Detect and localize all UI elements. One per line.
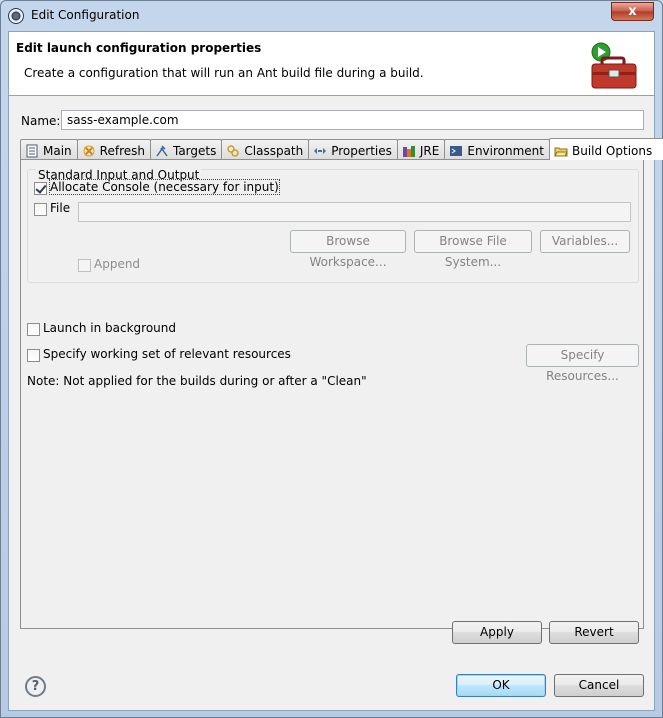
browse-workspace-button[interactable]: Browse Workspace...	[290, 230, 406, 269]
jre-icon	[402, 146, 415, 157]
tab-properties[interactable]: Properties	[308, 139, 398, 160]
refresh-icon	[83, 145, 95, 157]
file-label[interactable]: File	[50, 201, 70, 215]
browse-file-system-button[interactable]: Browse File System...	[414, 230, 532, 269]
specify-resources-button[interactable]: Specify Resources...	[526, 344, 639, 383]
tab-label: Main	[43, 144, 72, 158]
header-banner: Edit launch configuration properties Cre…	[9, 32, 654, 96]
tab-label: JRE	[419, 144, 440, 158]
working-set-label[interactable]: Specify working set of relevant resource…	[43, 347, 291, 361]
apply-button[interactable]: Apply	[452, 621, 542, 644]
file-path-input[interactable]	[78, 202, 631, 222]
ok-button[interactable]: OK	[456, 674, 546, 697]
clean-note: Note: Not applied for the builds during …	[27, 374, 367, 388]
allocate-console-checkbox[interactable]	[34, 182, 47, 195]
eclipse-app-icon	[8, 8, 24, 24]
properties-icon	[314, 148, 327, 154]
classpath-icon	[227, 145, 240, 157]
targets-icon	[156, 145, 168, 157]
tab-jre[interactable]: JRE	[396, 139, 446, 160]
tab-targets[interactable]: Targets	[149, 139, 223, 160]
cancel-button[interactable]: Cancel	[554, 674, 644, 697]
tab-label: Classpath	[244, 144, 304, 158]
close-button[interactable]: x	[611, 2, 654, 21]
variables-button[interactable]: Variables...	[540, 230, 630, 253]
build-options-panel: Standard Input and Output Allocate Conso…	[20, 159, 644, 629]
standard-io-group: Standard Input and Output Allocate Conso…	[27, 168, 639, 283]
tab-refresh[interactable]: Refresh	[76, 139, 151, 160]
tab-label: Environment	[467, 144, 544, 158]
allocate-console-label[interactable]: Allocate Console (necessary for input)	[49, 179, 280, 195]
tab-label: Build Options	[571, 143, 653, 158]
tab-build-options[interactable]: Build Options	[548, 138, 663, 160]
tab-main[interactable]: Main	[20, 139, 78, 160]
revert-button[interactable]: Revert	[549, 621, 639, 644]
title-bar[interactable]: Edit Configuration x	[1, 1, 662, 31]
environment-icon	[450, 146, 463, 156]
append-checkbox[interactable]	[78, 259, 91, 272]
working-set-checkbox[interactable]	[27, 349, 40, 362]
build-options-icon	[554, 147, 568, 156]
banner-description: Create a configuration that will run an …	[24, 66, 424, 80]
launch-background-checkbox[interactable]	[27, 323, 40, 336]
tab-environment[interactable]: Environment	[444, 139, 550, 160]
tab-classpath[interactable]: Classpath	[221, 139, 310, 160]
ant-toolbox-icon	[591, 42, 637, 89]
launch-background-label[interactable]: Launch in background	[43, 321, 176, 335]
help-icon[interactable]: ?	[25, 676, 46, 697]
window-title: Edit Configuration	[31, 8, 140, 22]
append-label[interactable]: Append	[94, 257, 140, 271]
tab-label: Refresh	[99, 144, 145, 158]
name-label: Name:	[21, 114, 61, 128]
main-page-icon	[26, 144, 38, 158]
dialog-window: Edit Configuration x Edit launch configu…	[0, 0, 663, 718]
tab-label: Targets	[172, 144, 217, 158]
tab-label: Properties	[331, 144, 392, 158]
dialog-client-area: Edit launch configuration properties Cre…	[8, 31, 663, 711]
file-checkbox[interactable]	[34, 203, 47, 216]
tab-strip: Main Refresh Targets Classpath Propertie…	[20, 138, 663, 160]
name-input[interactable]	[61, 110, 644, 130]
banner-title: Edit launch configuration properties	[16, 41, 262, 55]
